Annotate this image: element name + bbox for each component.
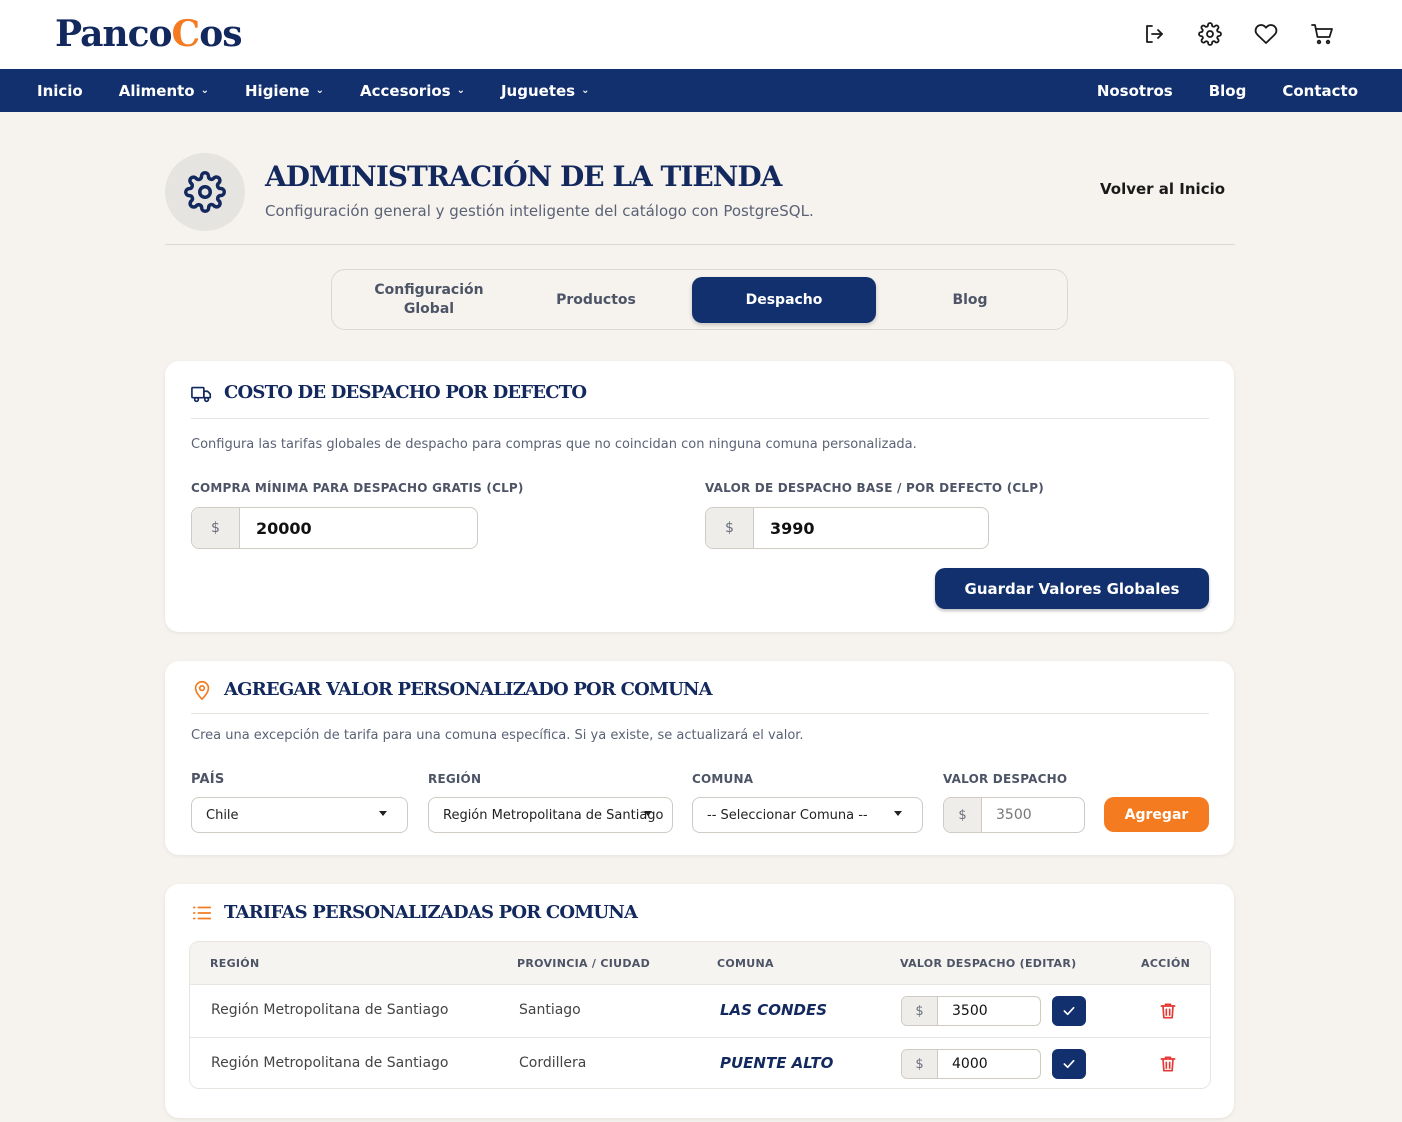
card-title: TARIFAS PERSONALIZADAS POR COMUNA: [224, 902, 638, 923]
cart-icon[interactable]: [1306, 18, 1338, 50]
commune-select[interactable]: -- Seleccionar Comuna --: [692, 797, 923, 833]
back-to-home-link[interactable]: Volver al Inicio: [1100, 180, 1225, 198]
rates-table: REGIÓN PROVINCIA / CIUDAD COMUNA VALOR D…: [189, 941, 1211, 1089]
min-purchase-label: COMPRA MÍNIMA PARA DESPACHO GRATIS (CLP): [191, 481, 524, 495]
divider: [165, 244, 1235, 245]
nav-item-accesorios[interactable]: Accesorios ⌄: [360, 69, 465, 112]
admin-tabs: Configuración Global Productos Despacho B…: [331, 269, 1068, 330]
custom-commune-card: AGREGAR VALOR PERSONALIZADO POR COMUNA C…: [165, 661, 1234, 855]
cell-region: Región Metropolitana de Santiago: [211, 1055, 449, 1071]
column-header-accion: ACCIÓN: [1141, 957, 1191, 970]
table-row: Región Metropolitana de Santiago Santiag…: [190, 985, 1210, 1037]
header-actions: [1138, 18, 1338, 50]
heart-icon[interactable]: [1250, 18, 1282, 50]
admin-icon-badge: [165, 153, 245, 231]
base-value[interactable]: 3990: [754, 508, 988, 548]
rate-value[interactable]: 3500: [938, 997, 1040, 1025]
save-rate-button[interactable]: [1052, 1049, 1086, 1079]
trash-icon: [1160, 1003, 1176, 1019]
tab-productos[interactable]: Productos: [504, 277, 688, 323]
custom-rates-card: TARIFAS PERSONALIZADAS POR COMUNA REGIÓN…: [165, 884, 1234, 1118]
caret-down-icon: [894, 811, 902, 816]
card-title: AGREGAR VALOR PERSONALIZADO POR COMUNA: [224, 679, 713, 700]
check-icon: [1063, 1059, 1075, 1069]
default-shipping-card: COSTO DE DESPACHO POR DEFECTO Configura …: [165, 361, 1234, 632]
chevron-down-icon: ⌄: [456, 85, 465, 96]
min-purchase-value[interactable]: 20000: [240, 508, 477, 548]
page-title: ADMINISTRACIÓN DE LA TIENDA: [265, 160, 782, 193]
top-header: PancoCos: [0, 0, 1402, 69]
shipping-value-placeholder[interactable]: 3500: [982, 798, 1084, 832]
shipping-value-input[interactable]: $ 3500: [943, 797, 1085, 833]
logout-icon[interactable]: [1138, 18, 1170, 50]
gear-icon[interactable]: [1194, 18, 1226, 50]
save-global-values-button[interactable]: Guardar Valores Globales: [935, 568, 1209, 609]
column-header-provincia: PROVINCIA / CIUDAD: [517, 957, 651, 970]
cell-region: Región Metropolitana de Santiago: [211, 1002, 449, 1018]
list-icon: [191, 902, 213, 924]
chevron-down-icon: ⌄: [200, 85, 209, 96]
nav-item-juguetes[interactable]: Juguetes ⌄: [501, 69, 590, 112]
card-title: COSTO DE DESPACHO POR DEFECTO: [224, 382, 587, 403]
country-select[interactable]: Chile: [191, 797, 408, 833]
cell-provincia: Cordillera: [519, 1055, 587, 1071]
currency-prefix: $: [902, 1050, 938, 1078]
region-label: REGIÓN: [428, 772, 482, 786]
page-subtitle: Configuración general y gestión intelige…: [265, 202, 814, 220]
nav-item-higiene[interactable]: Higiene ⌄: [245, 69, 324, 112]
min-purchase-input[interactable]: $ 20000: [191, 507, 478, 549]
cell-comuna: PUENTE ALTO: [720, 1054, 834, 1072]
chevron-down-icon: ⌄: [315, 85, 324, 96]
tab-despacho[interactable]: Despacho: [692, 277, 876, 323]
cell-comuna: LAS CONDES: [720, 1001, 828, 1019]
caret-down-icon: [379, 811, 387, 816]
table-header: REGIÓN PROVINCIA / CIUDAD COMUNA VALOR D…: [190, 942, 1210, 985]
chevron-down-icon: ⌄: [581, 85, 590, 96]
main-nav: Inicio Alimento ⌄ Higiene ⌄ Accesorios ⌄ Ju…: [0, 69, 1402, 112]
column-header-comuna: COMUNA: [717, 957, 774, 970]
nav-left-group: Inicio Alimento ⌄ Higiene ⌄ Accesorios ⌄ Ju…: [37, 69, 589, 112]
rate-value-input[interactable]: $ 3500: [901, 996, 1041, 1026]
nav-item-blog[interactable]: Blog: [1209, 69, 1247, 112]
add-button[interactable]: Agregar: [1104, 797, 1209, 832]
column-header-region: REGIÓN: [210, 957, 260, 970]
divider: [191, 418, 1209, 419]
trash-icon: [1160, 1056, 1176, 1072]
region-select[interactable]: Región Metropolitana de Santiago: [428, 797, 673, 833]
caret-down-icon: [644, 811, 652, 816]
rate-value-input[interactable]: $ 4000: [901, 1049, 1041, 1079]
check-icon: [1063, 1006, 1075, 1016]
truck-icon: [191, 383, 213, 405]
nav-item-inicio[interactable]: Inicio: [37, 69, 83, 112]
nav-item-contacto[interactable]: Contacto: [1282, 69, 1358, 112]
nav-item-nosotros[interactable]: Nosotros: [1097, 69, 1173, 112]
currency-prefix: $: [944, 798, 982, 832]
base-value-input[interactable]: $ 3990: [705, 507, 989, 549]
cell-provincia: Santiago: [519, 1002, 581, 1018]
currency-prefix: $: [192, 508, 240, 548]
brand-logo[interactable]: PancoCos: [55, 12, 242, 56]
currency-prefix: $: [902, 997, 938, 1025]
save-rate-button[interactable]: [1052, 996, 1086, 1026]
delete-rate-button[interactable]: [1158, 1001, 1180, 1023]
gear-icon: [184, 171, 226, 213]
card-description: Crea una excepción de tarifa para una co…: [191, 728, 804, 743]
card-description: Configura las tarifas globales de despac…: [191, 437, 917, 452]
currency-prefix: $: [706, 508, 754, 548]
divider: [191, 713, 1209, 714]
column-header-valor: VALOR DESPACHO (EDITAR): [900, 957, 1077, 970]
delete-rate-button[interactable]: [1158, 1054, 1180, 1076]
tab-blog[interactable]: Blog: [878, 277, 1062, 323]
nav-right-group: Nosotros Blog Contacto: [1097, 69, 1358, 112]
shipping-value-label: VALOR DESPACHO: [943, 772, 1068, 786]
rate-value[interactable]: 4000: [938, 1050, 1040, 1078]
tab-configuracion-global[interactable]: Configuración Global: [337, 277, 521, 323]
commune-label: COMUNA: [692, 772, 754, 786]
nav-item-alimento[interactable]: Alimento ⌄: [119, 69, 209, 112]
country-label: PAÍS: [191, 772, 225, 787]
table-row: Región Metropolitana de Santiago Cordill…: [190, 1038, 1210, 1088]
map-pin-icon: [191, 679, 213, 701]
base-value-label: VALOR DE DESPACHO BASE / POR DEFECTO (CL…: [705, 481, 1044, 495]
